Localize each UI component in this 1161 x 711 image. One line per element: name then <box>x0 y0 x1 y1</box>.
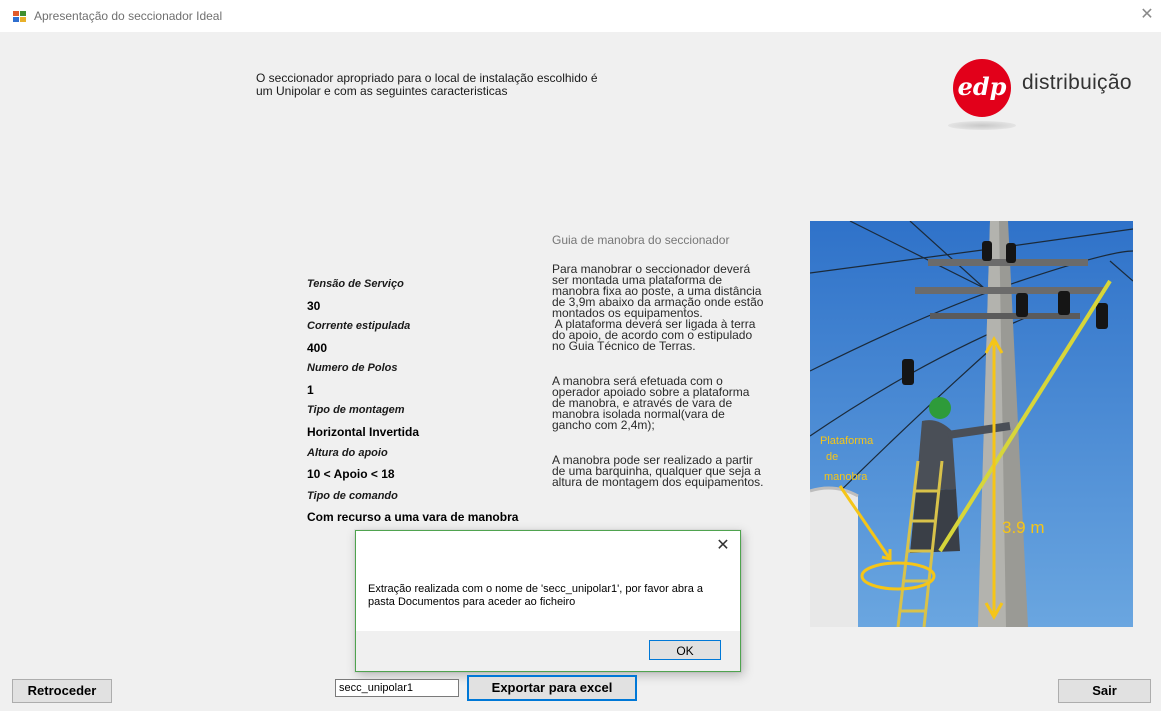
pole-illustration: Plataforma de manobra 3.9 m <box>810 221 1133 627</box>
photo-label-platform-3: manobra <box>824 471 868 483</box>
photo-label-platform-1: Plataforma <box>820 435 874 447</box>
edp-logo-mark: edp <box>953 59 1011 117</box>
spec-value-polos: 1 <box>307 383 314 397</box>
guide-paragraph-2: A manobra será efetuada com o operador a… <box>552 375 788 432</box>
guide-p3-line: altura de montagem dos equipamentos. <box>552 475 764 489</box>
photo-label-platform-2: de <box>826 451 838 463</box>
back-button[interactable]: Retroceder <box>12 679 112 703</box>
pole-photo: Plataforma de manobra 3.9 m <box>810 221 1133 627</box>
spec-label-tensao: Tensão de Serviço <box>307 278 404 290</box>
spec-value-altura: 10 < Apoio < 18 <box>307 467 395 481</box>
filename-input[interactable] <box>335 679 459 697</box>
dialog-message: Extração realizada com o nome de 'secc_u… <box>368 583 728 609</box>
intro-text: O seccionador apropriado para o local de… <box>256 72 676 98</box>
logo-shadow <box>948 121 1016 130</box>
spec-label-corrente: Corrente estipulada <box>307 320 411 332</box>
window-title: Apresentação do seccionador Ideal <box>34 9 223 23</box>
ok-button[interactable]: OK <box>649 640 721 660</box>
extraction-dialog: ✕ Extração realizada com o nome de 'secc… <box>355 530 741 672</box>
title-bar: Apresentação do seccionador Ideal ✕ <box>0 0 1161 32</box>
edp-logo-text: distribuição <box>1022 71 1132 94</box>
app-icon <box>13 11 27 22</box>
guide-title: Guia de manobra do seccionador <box>552 233 730 247</box>
intro-line-2: um Unipolar e com as seguintes caracteri… <box>256 84 508 98</box>
guide-paragraph-3: A manobra pode ser realizado a partir de… <box>552 454 788 489</box>
window-close-button[interactable]: ✕ <box>1136 4 1158 26</box>
guide-paragraph-1: Para manobrar o seccionador deverá ser m… <box>552 263 788 353</box>
dialog-message-line-1: Extração realizada com o nome de 'secc_u… <box>368 583 703 595</box>
spec-label-altura: Altura do apoio <box>307 447 388 459</box>
guide-p1-line: no Guia Técnico de Terras. <box>552 339 696 353</box>
dialog-footer: OK <box>356 631 740 671</box>
spec-value-montagem: Horizontal Invertida <box>307 425 420 439</box>
spec-label-polos: Numero de Polos <box>307 362 398 374</box>
spec-label-montagem: Tipo de montagem <box>307 404 405 416</box>
dialog-close-button[interactable]: ✕ <box>712 535 734 557</box>
guide-p2-line: gancho com 2,4m); <box>552 418 655 432</box>
export-excel-button[interactable]: Exportar para excel <box>467 675 637 701</box>
photo-label-height: 3.9 m <box>1002 518 1045 537</box>
spec-value-comando: Com recurso a uma vara de manobra <box>307 510 519 524</box>
spec-value-corrente: 400 <box>307 341 328 355</box>
dialog-message-line-2: pasta Documentos para aceder ao ficheiro <box>368 596 576 608</box>
spec-value-tensao: 30 <box>307 299 321 313</box>
spec-label-comando: Tipo de comando <box>307 490 398 502</box>
exit-button[interactable]: Sair <box>1058 679 1151 703</box>
